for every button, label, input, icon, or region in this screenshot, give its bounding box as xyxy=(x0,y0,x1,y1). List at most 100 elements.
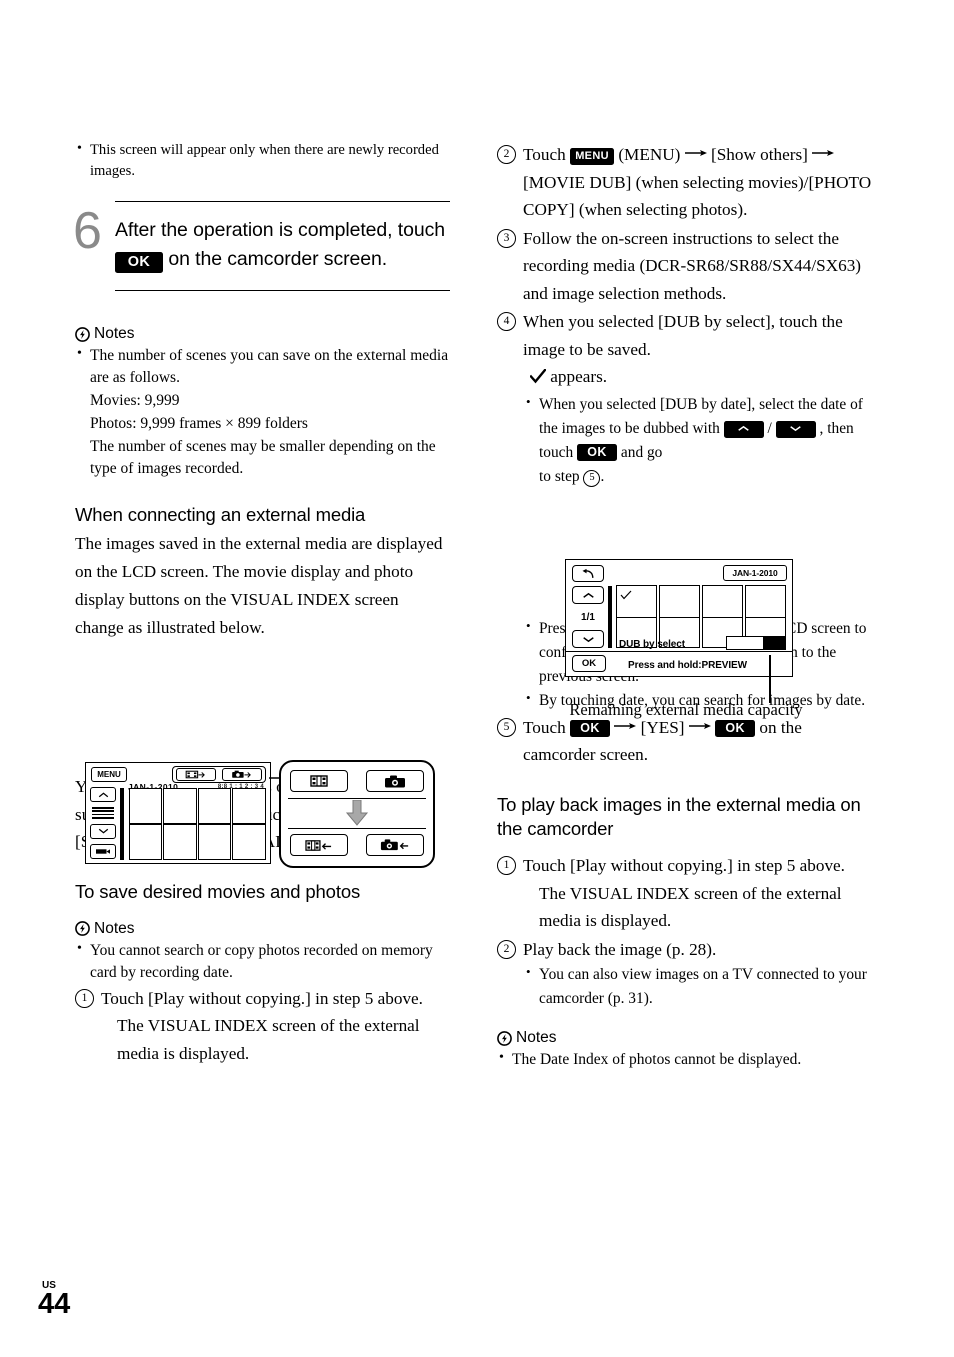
section-heading-connecting: When connecting an external media xyxy=(75,504,366,526)
sub-end-after: . xyxy=(600,467,605,485)
lcd-display-tabs xyxy=(172,766,266,783)
back-arrow-icon[interactable] xyxy=(572,565,604,582)
step-text-after: on the camcorder screen. xyxy=(168,248,388,271)
chevron-up-icon[interactable] xyxy=(572,586,604,604)
step-circle-number: 1 xyxy=(497,856,516,876)
list-item-plain: Movies: 9,999 xyxy=(75,390,450,412)
step-5-mid: [YES] xyxy=(640,717,685,737)
note-value-photos: Photos: 9,999 frames × 899 folders xyxy=(90,415,308,433)
lcd-thumbnail[interactable] xyxy=(197,824,231,860)
menu-key-badge: MENU xyxy=(570,148,615,165)
step-text: Play back the image (p. 28). xyxy=(523,939,717,959)
chevron-up-key xyxy=(723,420,764,438)
ok-key-badge-2: OK xyxy=(715,719,756,737)
dub-select-screen-figure: JAN-1-2010 1/1 DUB by select OK Press an… xyxy=(565,559,793,677)
lcd-thumbnail[interactable] xyxy=(197,788,231,824)
dub-date-badge[interactable]: JAN-1-2010 xyxy=(723,565,787,581)
film-usb-icon xyxy=(290,834,348,856)
lightning-circle-icon xyxy=(75,326,90,342)
dub-hint-label: Press and hold:PREVIEW xyxy=(628,660,747,671)
step-instruction: After the operation is completed, touch … xyxy=(115,202,450,290)
step-text: Touch [Play without copying.] in step 5 … xyxy=(101,988,423,1008)
lcd-thumbnail[interactable] xyxy=(163,824,197,860)
step-number: 6 xyxy=(73,202,102,261)
manual-page: This screen will appear only when there … xyxy=(0,0,954,1357)
step-circle-number: 3 xyxy=(497,228,516,248)
dub-screen: JAN-1-2010 1/1 DUB by select OK Press an… xyxy=(565,559,793,677)
arrow-right-icon xyxy=(812,148,835,158)
page-footer: US 44 xyxy=(38,1280,70,1319)
numbered-step-5: 5 Touch OK [YES] OK on the camcorder scr… xyxy=(497,714,875,769)
notes-heading-3: Notes xyxy=(497,1029,875,1047)
step-text: When you selected [DUB by select], touch… xyxy=(523,312,843,359)
left-column: This screen will appear only when there … xyxy=(73,139,450,1067)
step-4-sub-bullet: When you selected [DUB by date], select … xyxy=(497,392,875,465)
step-text: Touch [Play without copying.] in step 5 … xyxy=(523,856,845,876)
note-value-smaller: The number of scenes may be smaller depe… xyxy=(90,438,436,478)
step-4-detail-text: appears. xyxy=(550,367,608,387)
step-text: Follow the on-screen instructions to sel… xyxy=(523,228,862,303)
movie-roll-icon[interactable] xyxy=(90,843,116,859)
dub-footer-divider xyxy=(566,651,792,652)
film-icon xyxy=(290,770,348,792)
chevron-down-icon[interactable] xyxy=(90,823,116,839)
ok-key-badge: OK xyxy=(577,443,618,461)
notes-heading-1: Notes xyxy=(75,325,450,343)
step-4-detail: appears. xyxy=(497,363,875,393)
chevron-up-icon[interactable] xyxy=(90,787,116,802)
ok-key-badge: OK xyxy=(115,252,163,274)
lcd-thumbnail[interactable] xyxy=(128,788,162,824)
lcd-visual-index-figure: MENU JAN-1-2010 8:8 1: 1 2: 3 4 xyxy=(85,760,435,870)
chevron-down-icon[interactable] xyxy=(572,630,604,648)
lcd-thumbnail[interactable] xyxy=(232,824,266,860)
section-heading-playback: To play back images in the external medi… xyxy=(497,793,861,839)
step-detail-left: The VISUAL INDEX screen of the external … xyxy=(117,1016,420,1063)
step-divider-bottom xyxy=(115,290,450,292)
lcd-thumbnail[interactable] xyxy=(163,788,197,824)
camera-icon xyxy=(366,770,424,792)
step-circle-number: 2 xyxy=(497,145,516,164)
camera-usb-icon xyxy=(366,834,424,856)
lcd-menu-button[interactable]: MENU xyxy=(91,767,127,782)
lcd-scrollbar[interactable] xyxy=(120,788,124,860)
step-text-before: Touch xyxy=(523,145,566,164)
notes-heading-2: Notes xyxy=(75,920,450,938)
arrow-right-icon xyxy=(684,148,707,158)
ok-key-badge-1: OK xyxy=(570,719,611,737)
step-text-before: After the operation is completed, touch xyxy=(115,219,445,242)
arrow-right-icon xyxy=(688,721,711,731)
caption-leader-line xyxy=(769,655,771,703)
numbered-step-4: 4 When you selected [DUB by select], tou… xyxy=(497,308,875,363)
film-usb-icon[interactable] xyxy=(176,768,216,781)
dub-mode-label: DUB by select xyxy=(619,639,685,650)
checkmark-icon xyxy=(529,365,547,393)
step-text-mid3: [MOVIE DUB] (when selecting movies)/[PHO… xyxy=(523,172,872,220)
camera-usb-icon[interactable] xyxy=(222,768,262,781)
dub-scrollbar[interactable] xyxy=(608,586,612,648)
notes-label: Notes xyxy=(516,1029,557,1047)
playback-step-2-bullet: You can also view images on a TV connect… xyxy=(497,962,875,1011)
dub-page-indicator: 1/1 xyxy=(581,611,595,623)
step-circle-number: 4 xyxy=(497,312,516,332)
remaining-capacity-bar xyxy=(726,636,786,650)
lcd-thumbnail[interactable] xyxy=(232,788,266,824)
lcd-thumbnail[interactable] xyxy=(128,824,162,860)
list-lines-icon[interactable] xyxy=(92,807,114,819)
slash-separator: / xyxy=(767,419,772,437)
list-item-plain: Photos: 9,999 frames × 899 folders xyxy=(75,413,450,435)
step-circle-number: 1 xyxy=(75,988,94,1008)
dub-side-controls: 1/1 xyxy=(572,586,604,648)
lcd-screen: MENU JAN-1-2010 8:8 1: 1 2: 3 4 xyxy=(85,762,271,864)
playback-step-1-detail: The VISUAL INDEX screen of the external … xyxy=(539,883,842,931)
dub-ok-button[interactable]: OK xyxy=(572,655,606,672)
notes-bullets-1: The number of scenes you can save on the… xyxy=(75,344,450,480)
page-number: 44 xyxy=(38,1288,71,1320)
lightning-circle-icon xyxy=(497,1030,512,1046)
callout-row-after xyxy=(281,834,433,856)
chevron-down-key xyxy=(775,420,816,438)
step-5-before: Touch xyxy=(523,717,566,737)
notes-bullets-3: The Date Index of photos cannot be displ… xyxy=(497,1048,875,1071)
notes-label: Notes xyxy=(94,919,135,937)
callout-row-before xyxy=(281,770,433,792)
step-text-mid2: [Show others] xyxy=(710,145,808,164)
